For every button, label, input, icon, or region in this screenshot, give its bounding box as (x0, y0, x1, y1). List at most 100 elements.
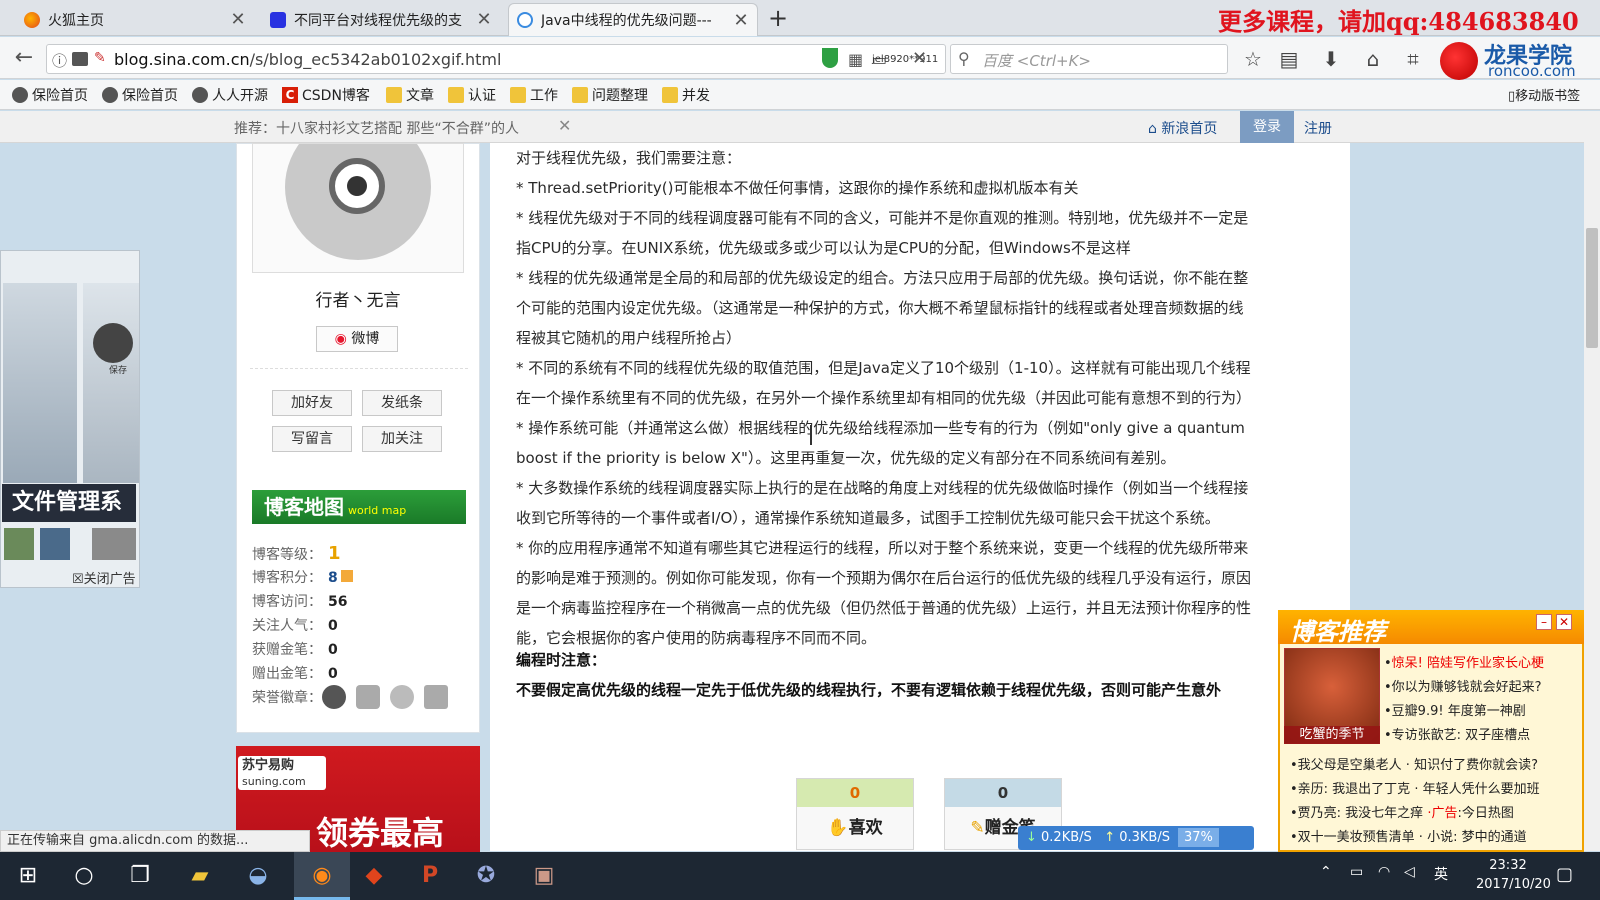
bookmark-folder[interactable]: 认证 (448, 85, 496, 105)
recommend-link[interactable]: •双十一美妆预售清单 · 小说: 梦中的通道 (1290, 826, 1527, 845)
recommend-link[interactable]: •专访张歆艺: 双子座槽点 (1384, 724, 1530, 743)
recommend-link[interactable]: •我父母是空巢老人 · 知识付了费你就会读? (1290, 754, 1538, 773)
input-language[interactable]: 英 (1434, 864, 1448, 884)
recommend-link[interactable]: •惊呆! 陪娃写作业家长心梗 (1384, 652, 1544, 671)
network-speed-widget[interactable]: ↓ 0.2KB/S ↑ 0.3KB/S 37% (1018, 826, 1254, 850)
page-scrollbar[interactable] (1584, 111, 1600, 851)
add-friend-button[interactable]: 加好友 (272, 390, 352, 416)
bookmark-item[interactable]: C CSDN博客 (282, 85, 370, 105)
like-button[interactable]: 0 ✋喜欢 (796, 778, 914, 850)
recommend-link[interactable]: •亲历: 我退出了丁克 · 年轻人凭什么要加班 (1290, 778, 1540, 797)
qr-icon[interactable]: ▦ (848, 50, 863, 69)
scrollbar-thumb[interactable] (1586, 228, 1598, 348)
powerpoint-icon[interactable]: P (412, 858, 448, 894)
thumb-icon: ✋ (827, 818, 849, 838)
like-label: ✋喜欢 (797, 813, 913, 838)
badge-camera-icon[interactable] (356, 685, 380, 709)
ad-label: ·广告 (1427, 806, 1458, 821)
tab-title: 不同平台对线程优先级的支 (294, 12, 462, 29)
bookmark-folder[interactable]: 工作 (510, 85, 558, 105)
login-button[interactable]: 登录 (1240, 111, 1294, 143)
stat-label: 获赠金笔： (252, 642, 322, 658)
badge-pen-icon[interactable] (424, 685, 448, 709)
recommend-link[interactable]: •豆瓣9.9! 年度第一神剧 (1384, 700, 1526, 719)
app-icon[interactable]: ▣ (526, 858, 562, 894)
info-icon[interactable]: ⓘ (52, 50, 67, 71)
close-tab-icon[interactable]: ✕ (476, 9, 492, 30)
tab-java-priority[interactable]: Java中线程的优先级问题--- ✕ (508, 3, 758, 36)
bullet: • (1384, 680, 1392, 695)
task-view-icon[interactable]: ❐ (122, 858, 158, 894)
blogger-name[interactable]: 行者丶无言 (236, 286, 480, 311)
bookmark-star-icon[interactable]: ☆ (1240, 46, 1266, 72)
ad-save-label: 保存 (109, 366, 128, 376)
notification-icon[interactable]: ▢ (1556, 864, 1573, 885)
file-explorer-icon[interactable]: ▰ (182, 858, 218, 894)
badge-question-icon[interactable] (322, 685, 346, 709)
ad-thumbnail[interactable] (4, 528, 34, 560)
send-note-button[interactable]: 发纸条 (362, 390, 442, 416)
close-tab-icon[interactable]: ✕ (230, 9, 246, 30)
bookmark-item[interactable]: 人人开源 (192, 85, 268, 105)
file-manager-ad-title[interactable]: 文件管理系 (2, 484, 136, 522)
close-icon[interactable]: ✕ (558, 116, 571, 135)
clock[interactable]: 23:32 2017/10/20 (1476, 856, 1551, 894)
bookmark-folder[interactable]: 问题整理 (572, 85, 648, 105)
crop-icon[interactable]: ⌗ (1400, 46, 1426, 72)
shield-icon[interactable] (822, 48, 838, 68)
close-icon[interactable]: ✕ (1556, 614, 1572, 630)
app-icon[interactable]: ✪ (468, 858, 504, 894)
home-icon[interactable]: ⌂ (1360, 46, 1386, 72)
bookmark-folder[interactable]: 并发 (662, 85, 710, 105)
recommend-link[interactable]: 推荐：十八家村衫文艺搭配 那些“不合群”的人 (234, 118, 519, 138)
leave-message-button[interactable]: 写留言 (272, 426, 352, 452)
gift-count: 0 (945, 779, 1061, 807)
chevron-up-icon[interactable]: ⌃ (1320, 864, 1332, 880)
insecure-icon[interactable]: ✎ (94, 50, 106, 66)
close-ad-link[interactable]: ☒关闭广告 (72, 568, 136, 587)
register-link[interactable]: 注册 (1304, 118, 1332, 138)
page-icon[interactable] (72, 52, 88, 66)
library-icon[interactable]: ▤ (1276, 46, 1302, 72)
bookmark-folder[interactable]: 文章 (386, 85, 434, 105)
article-line: * Thread.setPriority()可能根本不做任何事情，这跟你的操作系… (516, 179, 1079, 197)
battery-icon[interactable]: ▭ (1350, 864, 1363, 880)
blog-map-banner[interactable]: 博客地图 world map (252, 490, 466, 524)
ad-thumbnail[interactable] (40, 528, 70, 560)
url-text[interactable]: blog.sina.com.cn/s/blog_ec5342ab0102xgif… (114, 50, 501, 69)
recommend-link[interactable]: •你以为赚够钱就会好起来? (1384, 676, 1542, 695)
bookmark-label: 保险首页 (32, 88, 88, 104)
article-line: 个可能的范围内设定优先级。（这通常是一种保护的方式，你大概不希望鼠标指针的线程或… (516, 299, 1244, 317)
firefox-icon[interactable]: ◉ (304, 858, 340, 894)
wifi-icon[interactable]: ◠ (1378, 864, 1390, 880)
weibo-button[interactable]: ◉ 微博 (316, 326, 398, 352)
minimize-icon[interactable]: – (1536, 614, 1552, 630)
avatar[interactable] (252, 143, 464, 273)
bookmark-item[interactable]: 保险首页 (12, 85, 88, 105)
search-circle-icon[interactable]: ○ (66, 858, 102, 894)
suning-ad-text: 领券最高 (316, 814, 445, 852)
badge-lock-icon[interactable] (390, 685, 414, 709)
new-tab-button[interactable]: + (764, 4, 792, 32)
download-icon[interactable]: ⬇ (1318, 46, 1344, 72)
follow-button[interactable]: 加关注 (362, 426, 442, 452)
mobile-bookmarks[interactable]: ▯移动版书签 (1508, 85, 1580, 104)
back-arrow-icon[interactable]: ← (10, 47, 38, 71)
stat-label: 荣誉徽章： (252, 690, 322, 706)
app-icon[interactable]: ◒ (240, 858, 276, 894)
stat-label: 关注人气： (252, 618, 322, 634)
url-domain: blog.sina.com.cn (114, 50, 250, 69)
recommend-link[interactable]: •贾乃亮: 我没七年之痒 ·广告:今日热图 (1290, 802, 1514, 821)
clear-url-icon[interactable]: ✕ (912, 48, 927, 69)
bookmark-item[interactable]: 保险首页 (102, 85, 178, 105)
bookmark-label: 人人开源 (212, 88, 268, 104)
close-tab-icon[interactable]: ✕ (733, 10, 749, 31)
app-icon[interactable]: ◆ (356, 858, 392, 894)
tab-priority-platforms[interactable]: 不同平台对线程优先级的支 ✕ (262, 3, 500, 36)
ad-thumbnail[interactable] (92, 528, 136, 560)
sina-home-link[interactable]: ⌂ 新浪首页 (1148, 118, 1217, 138)
windows-start-icon[interactable]: ⊞ (10, 858, 46, 894)
volume-icon[interactable]: ◁ (1404, 864, 1415, 880)
folder-icon (510, 87, 526, 103)
tab-firefox-home[interactable]: 火狐主页 ✕ (16, 3, 254, 36)
